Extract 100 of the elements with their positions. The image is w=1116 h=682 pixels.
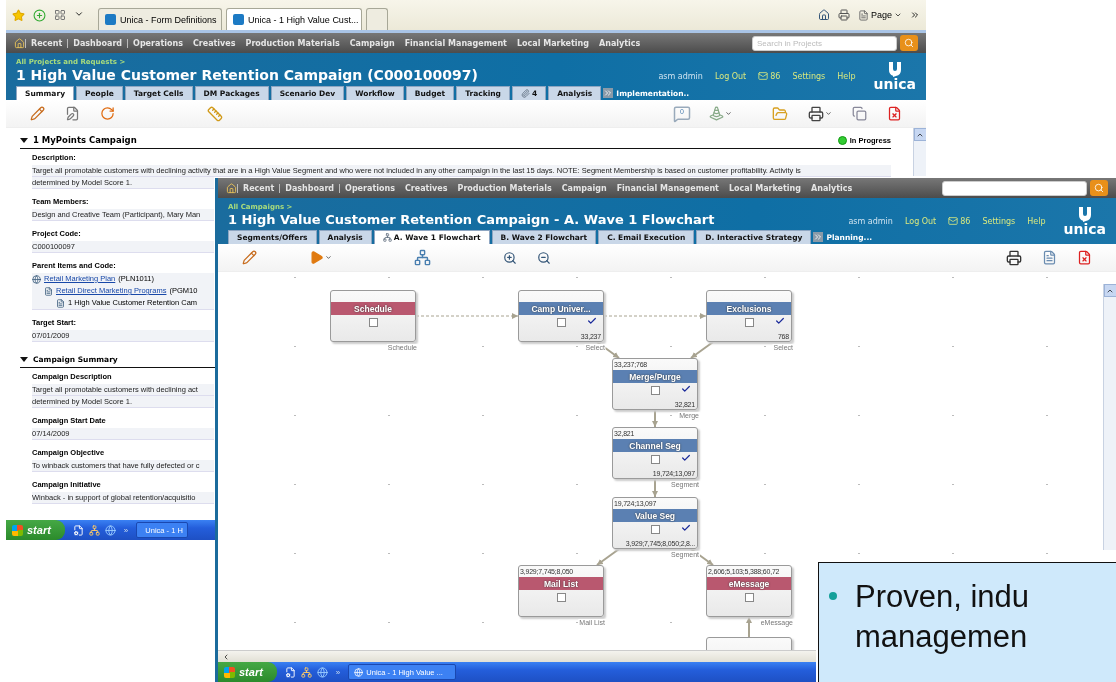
browser-tab[interactable]: Unica - Form Definitions: [98, 8, 222, 30]
caret-icon: [725, 110, 732, 117]
site-icon: [105, 14, 116, 25]
network-icon[interactable]: [300, 666, 312, 678]
start-button[interactable]: start: [6, 520, 65, 540]
nav-link[interactable]: Production Materials: [240, 38, 345, 48]
traffic-cone-icon: [709, 106, 724, 121]
nav-link[interactable]: Local Marketing: [723, 183, 807, 193]
mail-icon: [758, 71, 769, 81]
search-icon: [904, 38, 914, 48]
tab-grid-icon[interactable]: [54, 8, 66, 21]
callout-text: Proven, indu managemen: [855, 578, 1030, 656]
scroll-up-button[interactable]: [913, 128, 926, 141]
overflow-button[interactable]: »: [335, 667, 341, 677]
network-icon[interactable]: [88, 524, 100, 536]
mail-icon: [948, 216, 959, 226]
checkbox[interactable]: [556, 318, 566, 327]
zoom-in-icon: [503, 250, 517, 265]
settings-link[interactable]: Settings: [792, 71, 826, 81]
delete-icon: [887, 106, 902, 121]
checkbox[interactable]: [744, 318, 754, 327]
nav-link[interactable]: Operations: [339, 183, 400, 193]
process-title: Exclusions: [707, 302, 791, 315]
overflow-button[interactable]: »: [123, 525, 129, 535]
checkbox[interactable]: [650, 386, 660, 395]
user-name-link[interactable]: asm admin: [848, 216, 893, 226]
nav-link[interactable]: Dashboard: [279, 183, 340, 193]
caret-icon: [325, 254, 332, 261]
nav-link[interactable]: Campaign: [344, 38, 400, 48]
settings-link[interactable]: Settings: [982, 216, 1016, 226]
desktop-icon[interactable]: [284, 666, 296, 678]
nav-link[interactable]: Production Materials: [452, 183, 557, 193]
status-dot-icon: [837, 135, 847, 145]
process-title: Channel Seg: [613, 439, 697, 452]
page-title: 1 High Value Customer Retention Campaign - A. Wave 1 Flowchart: [228, 212, 715, 227]
checkbox[interactable]: [650, 525, 660, 534]
checkbox[interactable]: [744, 593, 754, 602]
nav-link[interactable]: Dashboard: [67, 38, 128, 48]
search-button[interactable]: [1090, 180, 1108, 196]
nav-link[interactable]: Campaign: [556, 183, 612, 193]
new-tab-button[interactable]: [366, 8, 388, 30]
horizontal-scrollbar[interactable]: [218, 650, 816, 662]
page-menu[interactable]: Page: [857, 9, 902, 21]
messages-link[interactable]: 86: [758, 71, 781, 81]
document-pencil-icon: [65, 106, 80, 121]
star-icon[interactable]: [12, 8, 25, 22]
speech-bubble-icon: [673, 104, 691, 123]
document-icon: [1042, 250, 1057, 265]
refresh-icon: [100, 106, 115, 121]
nav-link[interactable]: Local Marketing: [511, 38, 595, 48]
browser-tab[interactable]: Unica - 1 High Value Cust...: [226, 8, 362, 30]
process-title: Value Seg: [613, 509, 697, 522]
print-icon[interactable]: [837, 9, 850, 21]
globe-icon: [32, 274, 41, 284]
scrollbar[interactable]: [913, 128, 926, 176]
checkbox[interactable]: [650, 455, 660, 464]
paperclip-icon: [520, 89, 530, 98]
nav-link[interactable]: Analytics: [806, 183, 858, 193]
user-name-link[interactable]: asm admin: [658, 71, 703, 81]
section-title: 1 MyPoints Campaign: [33, 135, 137, 145]
collapse-icon[interactable]: [20, 137, 28, 143]
desktop-icon[interactable]: [72, 524, 84, 536]
scrollbar[interactable]: [1103, 284, 1116, 550]
search-button[interactable]: [900, 35, 918, 51]
nav-link[interactable]: Operations: [127, 38, 188, 48]
nav-link[interactable]: Financial Management: [399, 38, 512, 48]
nav-link[interactable]: Recent: [237, 183, 280, 193]
collapse-icon[interactable]: [20, 357, 28, 362]
checkbox[interactable]: [368, 318, 378, 327]
help-link[interactable]: Help: [1027, 216, 1046, 226]
process-title: Mail List: [519, 577, 603, 590]
search-field[interactable]: [942, 180, 1087, 196]
checkbox[interactable]: [556, 593, 566, 602]
connector-arrow: [746, 616, 752, 638]
printer-icon: [1006, 249, 1022, 266]
overflow-icon[interactable]: [910, 10, 920, 20]
nav-link[interactable]: Creatives: [399, 183, 453, 193]
logo-text: unica: [873, 77, 916, 91]
home-icon[interactable]: [817, 9, 830, 21]
caret-icon: [825, 110, 832, 117]
messages-link[interactable]: 86: [948, 216, 971, 226]
caret-icon: [222, 652, 230, 661]
connector-arrow: [652, 478, 658, 498]
process-title: Camp Univer...: [519, 302, 603, 315]
help-link[interactable]: Help: [837, 71, 856, 81]
nav-link[interactable]: Recent: [25, 38, 68, 48]
caret-icon: [894, 11, 902, 19]
nav-link[interactable]: Analytics: [594, 38, 646, 48]
browser-icon[interactable]: [316, 666, 328, 678]
scroll-up-button[interactable]: [1103, 284, 1116, 297]
nav-link[interactable]: Creatives: [187, 38, 241, 48]
start-button[interactable]: start: [218, 662, 277, 682]
browser-icon[interactable]: [104, 524, 116, 536]
process-box[interactable]: Schedule: [330, 290, 416, 342]
connector-arrow: [595, 548, 621, 566]
logout-link[interactable]: Log Out: [714, 71, 747, 81]
windows-logo-icon: [12, 524, 23, 536]
nav-link[interactable]: Financial Management: [611, 183, 724, 193]
add-favorite-icon[interactable]: [33, 8, 46, 22]
logout-link[interactable]: Log Out: [904, 216, 937, 226]
